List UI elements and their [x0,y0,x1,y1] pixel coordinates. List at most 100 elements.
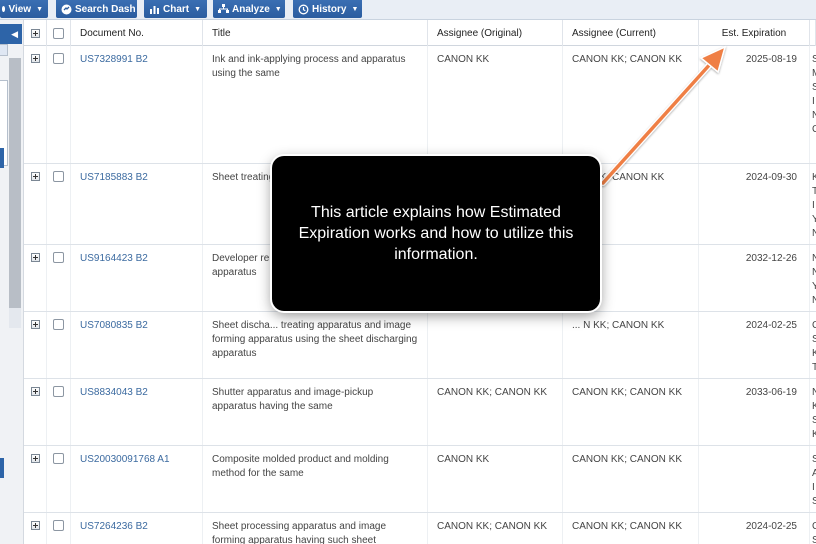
analyze-label: Analyze [232,3,270,15]
collapse-panel-button[interactable]: ◀ [0,24,22,44]
analyze-button[interactable]: Analyze ▼ [213,0,285,18]
expand-icon[interactable] [30,320,40,329]
view-button[interactable]: View ▼ [0,0,48,18]
column-header-assignee-current[interactable]: Assignee (Current) [563,20,699,46]
extra-text: I [812,200,815,211]
expand-icon[interactable] [30,29,40,38]
extra-cell: C S K T [812,312,816,378]
extra-cell: S A I S [812,446,816,512]
extra-text: K [812,171,816,185]
extra-text: S [812,81,816,95]
document-link[interactable]: US7328991 B2 [71,46,203,163]
expiration-cell: 2024-02-25 [699,513,810,544]
table-row[interactable]: US20030091768 A1 Composite molded produc… [24,446,816,513]
extra-text: N [812,266,816,280]
extra-text: K [812,400,816,414]
panel-side-tab[interactable] [0,148,4,168]
table-row[interactable]: US7264236 B2 Sheet processing apparatus … [24,513,816,544]
extra-text: T [812,185,816,199]
column-label: Title [212,27,231,39]
chevron-down-icon: ▼ [351,5,359,13]
chevron-down-icon: ▼ [274,5,282,13]
expand-icon[interactable] [30,172,40,181]
expand-cell [24,446,47,512]
select-all-cell[interactable] [47,20,71,46]
history-button[interactable]: History ▼ [293,0,362,18]
search-dash-icon [61,4,72,15]
expand-icon[interactable] [30,54,40,63]
expand-icon[interactable] [30,253,40,262]
checkbox-icon[interactable] [53,453,64,464]
expiration-cell: 2032-12-26 [699,245,810,311]
checkbox-icon[interactable] [53,319,64,330]
extra-text: A [812,467,816,481]
extra-text: S [812,534,816,544]
expiration-cell: 2024-09-30 [699,164,810,244]
search-dash-label: Search Dash [75,3,136,15]
assignee-original-cell [428,312,563,378]
table-row[interactable]: US8834043 B2 Shutter apparatus and image… [24,379,816,446]
column-header-title[interactable]: Title [203,20,428,46]
checkbox-icon[interactable] [53,53,64,64]
checkbox-icon[interactable] [53,520,64,531]
search-dash-button[interactable]: Search Dash [56,0,137,18]
extra-cell: S M S I N C [812,46,816,163]
assignee-current-cell: CANON KK; CANON KK [563,46,699,163]
column-header-document-no[interactable]: Document No. [71,20,203,46]
assignee-current-cell: CANON KK; CANON KK [563,379,699,445]
extra-text: N [812,227,816,241]
title-cell: Composite molded product and molding met… [203,446,428,512]
extra-text: C [812,520,816,534]
document-link[interactable]: US8834043 B2 [71,379,203,445]
column-label: Document No. [80,27,144,39]
table-row[interactable]: US7080835 B2 Sheet discha... treating ap… [24,312,816,379]
expand-icon[interactable] [30,387,40,396]
extra-text: N [812,109,816,123]
extra-text: S [812,414,816,428]
extra-text: N [812,294,816,308]
extra-text: S [812,53,816,67]
checkbox-icon[interactable] [53,171,64,182]
expiration-cell [699,446,810,512]
extra-text: I [812,482,815,493]
select-cell [47,446,71,512]
expand-cell [24,46,47,163]
extra-text: K [812,347,816,361]
extra-text: Y [812,213,816,227]
select-cell [47,513,71,544]
chart-label: Chart [163,3,190,15]
checkbox-icon[interactable] [53,27,64,39]
panel-side-tab[interactable] [0,458,4,478]
assignee-original-cell: CANON KK [428,46,563,163]
extra-cell: K T I Y N [812,164,816,244]
document-link[interactable]: US7080835 B2 [71,312,203,378]
table-row[interactable]: US7328991 B2 Ink and ink-applying proces… [24,46,816,164]
extra-cell: N N Y N [812,245,816,311]
column-header-est-expiration[interactable]: Est. Expiration [699,20,810,46]
extra-text: N [812,386,816,400]
expand-cell [24,379,47,445]
expand-icon[interactable] [30,454,40,463]
document-link[interactable]: US7185883 B2 [71,164,203,244]
document-link[interactable]: US9164423 B2 [71,245,203,311]
document-link[interactable]: US20030091768 A1 [71,446,203,512]
document-link[interactable]: US7264236 B2 [71,513,203,544]
column-header-assignee-original[interactable]: Assignee (Original) [428,20,563,46]
panel-scrollbar-thumb[interactable] [9,58,21,308]
checkbox-icon[interactable] [53,252,64,263]
column-label: Assignee (Current) [572,27,656,39]
panel-tab[interactable] [0,44,8,56]
expand-cell [24,513,47,544]
view-icon [2,6,6,12]
expand-cell [24,245,47,311]
column-label: Assignee (Original) [437,27,523,39]
column-header-extra[interactable] [810,20,816,46]
checkbox-icon[interactable] [53,386,64,397]
select-cell [47,312,71,378]
extra-text: I [812,96,815,107]
select-cell [47,164,71,244]
chart-button[interactable]: Chart ▼ [144,0,207,18]
expand-all-cell[interactable] [24,20,47,46]
expand-icon[interactable] [30,521,40,530]
title-cell: Sheet discha... treating apparatus and i… [203,312,428,378]
